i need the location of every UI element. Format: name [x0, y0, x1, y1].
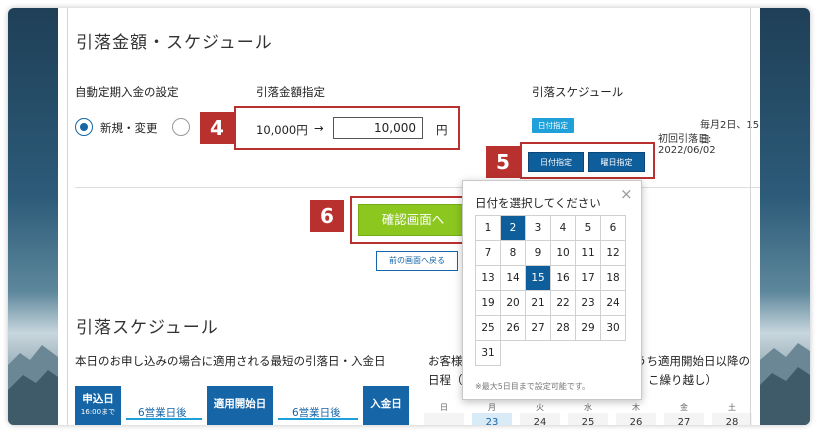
weekday-select-button[interactable]: 曜日指定 [588, 152, 645, 172]
date-cell-25[interactable]: 25 [476, 316, 501, 341]
bg-calendar-cell: 23 [472, 413, 512, 425]
amount-label: 引落金額指定 [256, 85, 325, 99]
divider [75, 187, 760, 188]
bg-calendar-head-wed: 水 [584, 403, 592, 412]
date-cell-8[interactable]: 8 [501, 241, 526, 266]
bg-calendar-cell: 28 [712, 413, 752, 425]
schedule-info-first: 初回引落日: 2022/06/02 [658, 134, 716, 156]
date-cell-7[interactable]: 7 [476, 241, 501, 266]
bg-calendar-cell [424, 413, 464, 425]
schedule-description-2b: うち適用開始日以降の [635, 354, 750, 368]
date-cell-14[interactable]: 14 [501, 266, 526, 291]
date-cell-15[interactable]: 15 [526, 266, 551, 291]
date-cell-16[interactable]: 16 [551, 266, 576, 291]
step-badge-5: 5 [486, 146, 520, 178]
date-cell-23[interactable]: 23 [576, 291, 601, 316]
amount-highlight: 10,000円 → 10,000 円 [234, 106, 460, 150]
date-cell-30[interactable]: 30 [601, 316, 626, 341]
flow-apply-date: 申込日 16:00まで [75, 386, 121, 425]
schedule-section-title: 引落スケジュール [76, 318, 219, 338]
date-picker-popup: 日付を選択してください × 1 2 3 4 5 6 7 8 9 10 11 12 13 14 15 16 17 1… [462, 180, 642, 400]
main-content: 引落金額・スケジュール 自動定期入金の設定 引落金額指定 引落スケジュール 新規… [58, 8, 760, 425]
schedule-description-3b: こ繰り越し） [648, 373, 717, 387]
bg-calendar-head-sun: 日 [440, 403, 448, 412]
close-icon[interactable]: × [620, 185, 633, 203]
flow-arrow-1-label: 6営業日後 [138, 407, 187, 419]
flow-deposit-date: 入金日 [363, 386, 409, 425]
amount-input[interactable]: 10,000 [333, 117, 423, 139]
auto-deposit-label: 自動定期入金の設定 [75, 85, 179, 99]
schedule-type-tag: 日付指定 [532, 118, 574, 133]
date-cell-3[interactable]: 3 [526, 216, 551, 241]
date-select-button[interactable]: 日付指定 [528, 152, 584, 172]
step-badge-6: 6 [310, 200, 344, 232]
section-title: 引落金額・スケジュール [76, 33, 273, 53]
schedule-label: 引落スケジュール [532, 85, 624, 99]
date-cell-22[interactable]: 22 [551, 291, 576, 316]
confirm-button[interactable]: 確認画面へ [358, 204, 468, 236]
flow-apply-date-sub: 16:00まで [80, 408, 116, 416]
date-cell-31[interactable]: 31 [476, 341, 501, 366]
date-picker-title: 日付を選択してください [475, 196, 601, 210]
date-cell-6[interactable]: 6 [601, 216, 626, 241]
date-cell-17[interactable]: 17 [576, 266, 601, 291]
bg-calendar-head-mon: 月 [488, 403, 496, 412]
date-cell-1[interactable]: 1 [476, 216, 501, 241]
date-cell-26[interactable]: 26 [501, 316, 526, 341]
bg-calendar-cell: 25 [568, 413, 608, 425]
unit-label: 円 [436, 123, 448, 137]
date-cell-11[interactable]: 11 [576, 241, 601, 266]
date-cell-10[interactable]: 10 [551, 241, 576, 266]
date-cell-18[interactable]: 18 [601, 266, 626, 291]
date-cell-19[interactable]: 19 [476, 291, 501, 316]
date-cell-24[interactable]: 24 [601, 291, 626, 316]
flow-apply-date-label: 申込日 [82, 393, 114, 405]
radio-new-change-label: 新規・変更 [100, 121, 158, 135]
schedule-description: 本日のお申し込みの場合に適用される最短の引落日・入金日 [75, 354, 386, 368]
bg-calendar-cell: 24 [520, 413, 560, 425]
current-amount: 10,000円 [256, 123, 308, 137]
date-cell-21[interactable]: 21 [526, 291, 551, 316]
flow-arrow-2-label: 6営業日後 [292, 407, 341, 419]
bg-calendar-cell: 27 [664, 413, 704, 425]
radio-option-2[interactable] [172, 118, 190, 136]
bg-calendar-head-fri: 金 [680, 403, 688, 412]
bg-calendar-cell: 26 [616, 413, 656, 425]
date-cell-29[interactable]: 29 [576, 316, 601, 341]
date-picker-note: ※最大5日目まで設定可能です。 [475, 382, 590, 391]
background-right [760, 8, 810, 425]
date-cell-20[interactable]: 20 [501, 291, 526, 316]
back-button[interactable]: 前の画面へ戻る [376, 251, 458, 271]
bg-calendar-head-sat: 土 [728, 403, 736, 412]
date-cell-4[interactable]: 4 [551, 216, 576, 241]
date-cell-28[interactable]: 28 [551, 316, 576, 341]
mountain-image [760, 343, 810, 425]
flow-start-date: 適用開始日 [207, 386, 273, 425]
date-cell-5[interactable]: 5 [576, 216, 601, 241]
date-grid: 1 2 3 4 5 6 7 8 9 10 11 12 13 14 15 16 17 18 19 20 21 22 23 24 2… [475, 215, 626, 366]
mountain-image [8, 345, 58, 425]
date-cell-13[interactable]: 13 [476, 266, 501, 291]
date-cell-27[interactable]: 27 [526, 316, 551, 341]
date-cell-9[interactable]: 9 [526, 241, 551, 266]
app-window: 引落金額・スケジュール 自動定期入金の設定 引落金額指定 引落スケジュール 新規… [8, 8, 810, 425]
radio-new-change[interactable] [75, 118, 93, 136]
date-cell-2[interactable]: 2 [501, 216, 526, 241]
step-badge-4: 4 [200, 112, 234, 144]
arrow-text: → [314, 121, 324, 135]
bg-calendar-head-thu: 木 [632, 403, 640, 412]
bg-calendar-head-tue: 火 [536, 403, 544, 412]
background-left [8, 8, 58, 425]
date-cell-12[interactable]: 12 [601, 241, 626, 266]
